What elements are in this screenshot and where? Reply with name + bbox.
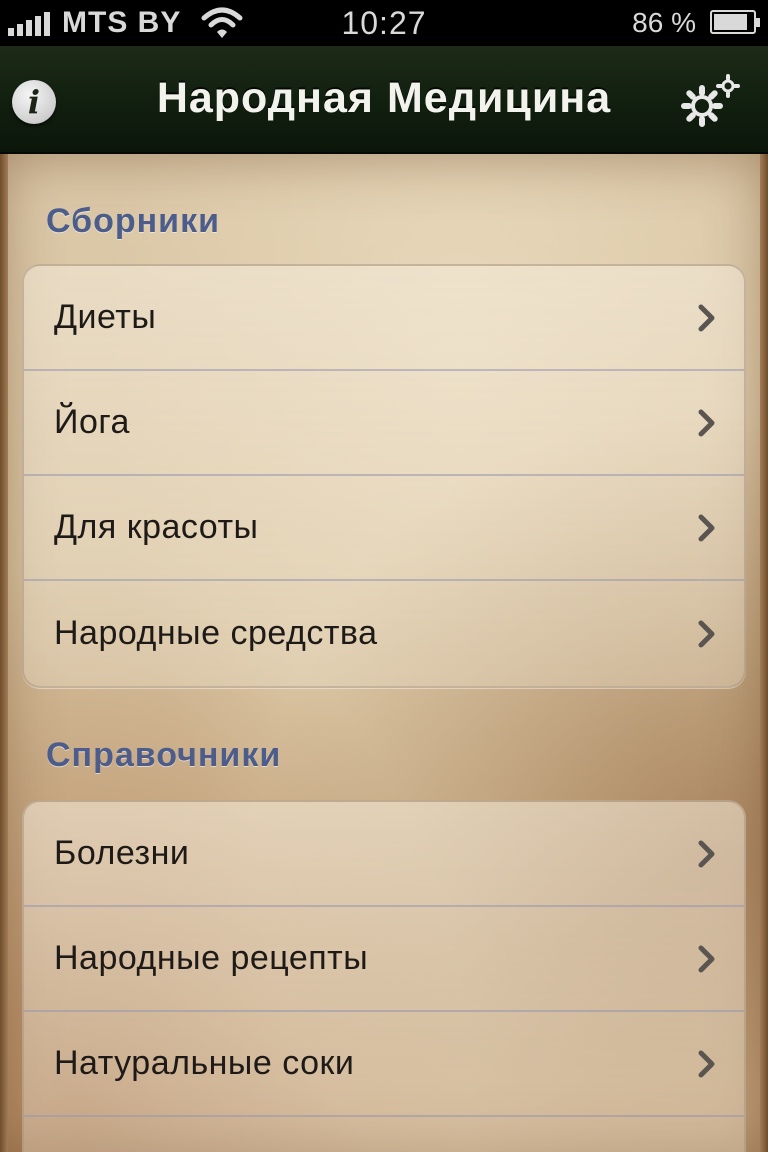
battery-icon (710, 10, 760, 34)
right-frame-edge (760, 154, 768, 1152)
list-item-label: Для красоты (54, 508, 259, 546)
list-item-label: Болезни (54, 834, 190, 872)
list-item-yoga[interactable]: Йога (24, 371, 744, 476)
navigation-bar: i Народная Медицина (0, 46, 768, 154)
chevron-right-icon (698, 304, 715, 331)
chevron-right-icon (698, 945, 715, 972)
list-item-folk-remedies[interactable]: Народные средства (24, 581, 744, 686)
list-item-label: Йога (54, 403, 130, 441)
chevron-right-icon (698, 620, 715, 647)
phone-screen: MTS BY 10:27 86 % i Народная Медицина Сб… (0, 0, 768, 1152)
status-bar: MTS BY 10:27 86 % (0, 0, 768, 46)
content-area: Сборники Диеты Йога Для красоты Народные… (0, 154, 768, 1152)
list-item-folk-recipes[interactable]: Народные рецепты (24, 907, 744, 1012)
battery-level (714, 14, 747, 30)
list-item-natural-juices[interactable]: Натуральные соки (24, 1012, 744, 1117)
list-item-diseases[interactable]: Болезни (24, 802, 744, 907)
page-title: Народная Медицина (156, 74, 612, 122)
chevron-right-icon (698, 514, 715, 541)
list-item-label: Натуральные соки (54, 1044, 355, 1082)
battery-percent: 86 % (632, 7, 696, 38)
chevron-right-icon (698, 840, 715, 867)
chevron-right-icon (698, 409, 715, 436)
left-frame-edge (0, 154, 8, 1152)
list-item-label: Народные рецепты (54, 939, 369, 977)
list-item-label: Диеты (54, 298, 157, 336)
list-item-label: Народные средства (54, 614, 378, 652)
table-group-collections: Диеты Йога Для красоты Народные средства (22, 264, 746, 688)
list-item-diets[interactable]: Диеты (24, 266, 744, 371)
table-group-references: Болезни Народные рецепты Натуральные сок… (22, 800, 746, 1152)
list-item-beauty[interactable]: Для красоты (24, 476, 744, 581)
gear-icon[interactable] (678, 74, 744, 130)
chevron-right-icon (698, 1050, 715, 1077)
section-header-references: Справочники (46, 736, 282, 774)
section-header-collections: Сборники (46, 202, 220, 240)
